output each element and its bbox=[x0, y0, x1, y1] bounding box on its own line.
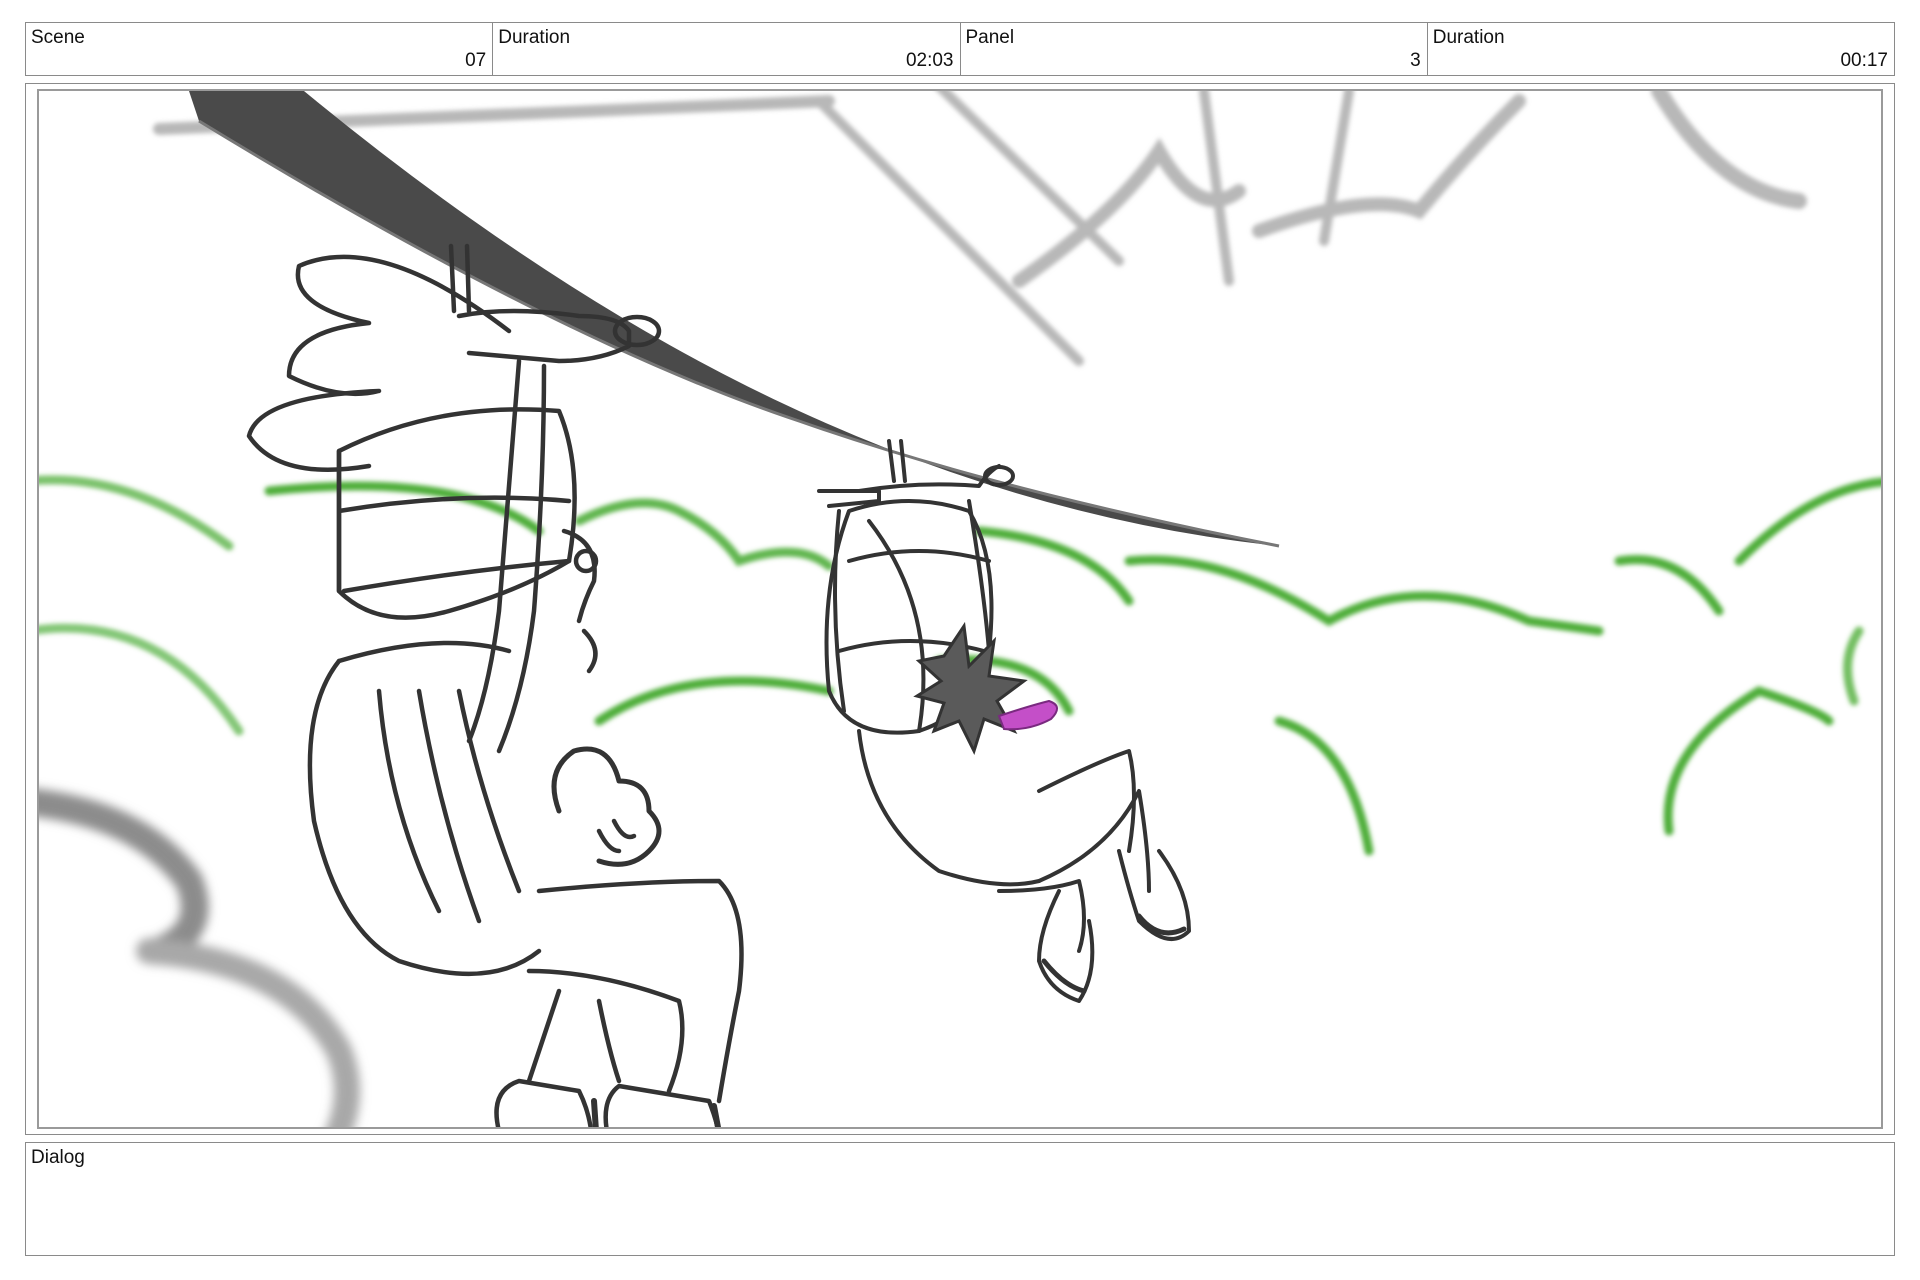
storyboard-header: Scene 07 Duration 02:03 Panel 3 Duration… bbox=[25, 22, 1895, 76]
dialog-box[interactable]: Dialog bbox=[25, 1142, 1895, 1256]
panel-label: Panel bbox=[965, 27, 1015, 48]
panel-canvas[interactable] bbox=[37, 89, 1883, 1129]
purple-accent bbox=[997, 699, 1058, 731]
panel-duration-label: Duration bbox=[1432, 27, 1505, 48]
panel-cell: Panel 3 bbox=[961, 23, 1428, 75]
spiky-hair bbox=[913, 621, 1028, 755]
panel-duration-cell: Duration 00:17 bbox=[1428, 23, 1894, 75]
panel-frame bbox=[25, 83, 1895, 1135]
scene-duration-value[interactable]: 02:03 bbox=[906, 50, 954, 72]
dialog-label: Dialog bbox=[31, 1147, 85, 1168]
scene-label: Scene bbox=[31, 27, 85, 48]
foreground-blur bbox=[39, 789, 360, 1127]
panel-value[interactable]: 3 bbox=[1410, 50, 1421, 72]
storyboard-sketch bbox=[39, 91, 1881, 1127]
panel-duration-value[interactable]: 00:17 bbox=[1840, 50, 1888, 72]
scene-value[interactable]: 07 bbox=[465, 50, 486, 72]
scene-duration-cell: Duration 02:03 bbox=[493, 23, 961, 75]
scene-cell: Scene 07 bbox=[26, 23, 494, 75]
scene-duration-label: Duration bbox=[498, 27, 571, 48]
